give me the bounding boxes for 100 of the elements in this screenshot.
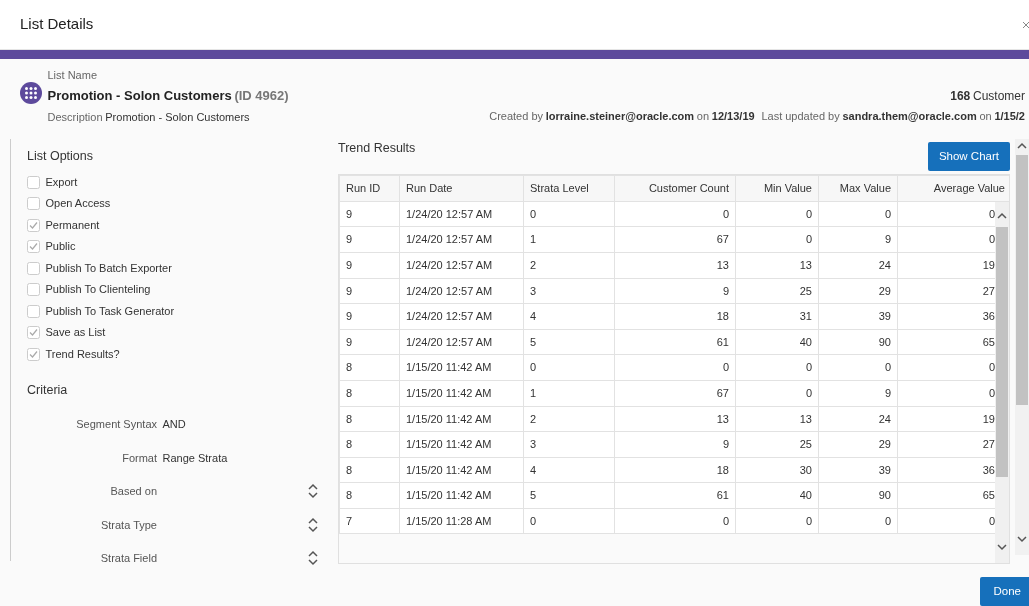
checkbox[interactable] bbox=[27, 326, 40, 339]
dropdown-arrows-icon[interactable] bbox=[308, 483, 318, 500]
table-cell: 9 bbox=[818, 226, 898, 253]
table-cell: 8 bbox=[339, 482, 400, 509]
checkbox[interactable] bbox=[27, 261, 40, 275]
field-label: Format bbox=[121, 450, 157, 466]
table-cell: 0 bbox=[523, 201, 615, 227]
checkbox[interactable] bbox=[27, 304, 40, 318]
field-label: Based on bbox=[109, 484, 157, 499]
column-header[interactable]: Customer Count bbox=[614, 175, 736, 202]
dropdown-arrows-icon[interactable] bbox=[308, 516, 318, 533]
checkbox[interactable] bbox=[27, 175, 40, 189]
checkbox-label: Publish To Batch Exporter bbox=[45, 260, 172, 276]
field-value: AND bbox=[162, 417, 186, 432]
scroll-up-icon[interactable] bbox=[997, 211, 1007, 219]
table-cell: 1 bbox=[523, 380, 615, 406]
table-cell: 9 bbox=[339, 201, 400, 227]
table-cell: 9 bbox=[339, 252, 400, 279]
table-cell: 1 bbox=[523, 226, 615, 253]
checkbox-label: Public bbox=[45, 239, 76, 255]
field-label: Strata Field bbox=[99, 551, 157, 566]
table-cell: 1/24/20 12:57 AM bbox=[399, 278, 524, 304]
table-cell: 1/24/20 12:57 AM bbox=[399, 201, 524, 227]
checkbox-label: Export bbox=[45, 174, 78, 190]
table-cell: 1/24/20 12:57 AM bbox=[399, 329, 524, 355]
checkbox-label: Publish To Task Generator bbox=[45, 303, 175, 319]
checkbox[interactable] bbox=[27, 197, 40, 210]
table-cell: 1/15/20 11:42 AM bbox=[399, 406, 524, 432]
checkbox[interactable] bbox=[27, 283, 40, 296]
scrollbar[interactable] bbox=[1015, 139, 1029, 555]
list-name-label: List Name bbox=[47, 68, 99, 83]
table-cell: 1/24/20 12:57 AM bbox=[399, 303, 524, 330]
checkbox[interactable] bbox=[27, 347, 40, 361]
column-header[interactable]: Max Value bbox=[818, 175, 898, 202]
table-cell: 30 bbox=[735, 457, 819, 483]
done-button[interactable]: Done bbox=[979, 577, 1029, 606]
updater-email: sandra.them@oracle.com bbox=[842, 108, 977, 124]
list-icon bbox=[20, 82, 42, 104]
creator-email: lorraine.steiner@oracle.com bbox=[545, 108, 695, 124]
table-cell: 13 bbox=[735, 252, 819, 279]
scrollbar-thumb[interactable] bbox=[996, 226, 1008, 477]
column-header[interactable]: Run Date bbox=[399, 175, 524, 202]
table-cell: 67 bbox=[614, 380, 736, 406]
table-cell: 40 bbox=[735, 329, 819, 355]
table-cell: 1/15/20 11:42 AM bbox=[399, 431, 524, 458]
table-cell: 13 bbox=[614, 406, 736, 432]
show-chart-button[interactable]: Show Chart bbox=[927, 141, 1010, 171]
table-cell: 25 bbox=[735, 278, 819, 304]
checkbox[interactable] bbox=[27, 218, 40, 232]
table-cell: 1/15/20 11:42 AM bbox=[399, 482, 524, 509]
table-cell: 1/24/20 12:57 AM bbox=[399, 226, 524, 253]
table-cell: 24 bbox=[818, 406, 898, 432]
dropdown-arrows-icon[interactable] bbox=[308, 550, 318, 567]
checkbox-label: Publish To Clienteling bbox=[45, 282, 151, 298]
table-cell: 90 bbox=[818, 482, 898, 509]
list-id: (ID 4962) bbox=[234, 87, 289, 106]
table-cell: 0 bbox=[614, 201, 736, 227]
table-cell: 29 bbox=[818, 278, 898, 304]
table-cell: 0 bbox=[735, 380, 819, 406]
table-cell: 4 bbox=[523, 457, 615, 483]
dialog-title: List Details bbox=[20, 14, 94, 35]
table-cell: 2 bbox=[523, 406, 615, 432]
table-cell: 0 bbox=[614, 508, 736, 534]
table-cell: 0 bbox=[735, 226, 819, 253]
table-cell: 5 bbox=[523, 482, 615, 509]
table-cell: 9 bbox=[818, 380, 898, 406]
table-cell: 18 bbox=[614, 457, 736, 483]
section-title: List Options bbox=[27, 148, 94, 165]
table-cell: 39 bbox=[818, 457, 898, 483]
table-cell: 8 bbox=[339, 354, 400, 381]
scrollbar-thumb[interactable] bbox=[1016, 155, 1028, 405]
scroll-up-icon[interactable] bbox=[1017, 142, 1027, 149]
field-label: Strata Type bbox=[99, 517, 157, 533]
table-cell: 29 bbox=[818, 431, 898, 458]
close-icon[interactable] bbox=[1023, 20, 1029, 29]
field-value: Range Strata bbox=[162, 450, 228, 466]
table-cell: 3 bbox=[523, 431, 615, 458]
scrollbar[interactable] bbox=[995, 201, 1009, 563]
created-date: 12/13/19 bbox=[711, 108, 755, 124]
table-cell: 13 bbox=[614, 252, 736, 279]
table-cell: 7 bbox=[339, 508, 400, 534]
updated-label: Last updated by bbox=[761, 108, 840, 124]
column-header[interactable]: Min Value bbox=[735, 175, 819, 202]
table-cell: 9 bbox=[339, 226, 400, 253]
column-header[interactable]: Strata Level bbox=[523, 175, 615, 202]
table-cell: 4 bbox=[523, 303, 615, 330]
updated-date: 1/15/2 bbox=[994, 108, 1025, 124]
table-cell: 9 bbox=[339, 278, 400, 304]
table-cell: 61 bbox=[614, 482, 736, 509]
column-header[interactable]: Run ID bbox=[339, 175, 400, 202]
table-cell: 3 bbox=[523, 278, 615, 304]
on-label: on bbox=[696, 108, 710, 124]
table-cell: 9 bbox=[339, 303, 400, 330]
table-cell: 8 bbox=[339, 431, 400, 458]
customer-count-label: Customer bbox=[973, 88, 1025, 105]
checkbox-label: Save as List bbox=[45, 325, 106, 341]
table-cell: 8 bbox=[339, 380, 400, 406]
on-label: on bbox=[979, 108, 992, 124]
checkbox[interactable] bbox=[27, 240, 40, 253]
column-header[interactable]: Average Value bbox=[897, 175, 1009, 202]
